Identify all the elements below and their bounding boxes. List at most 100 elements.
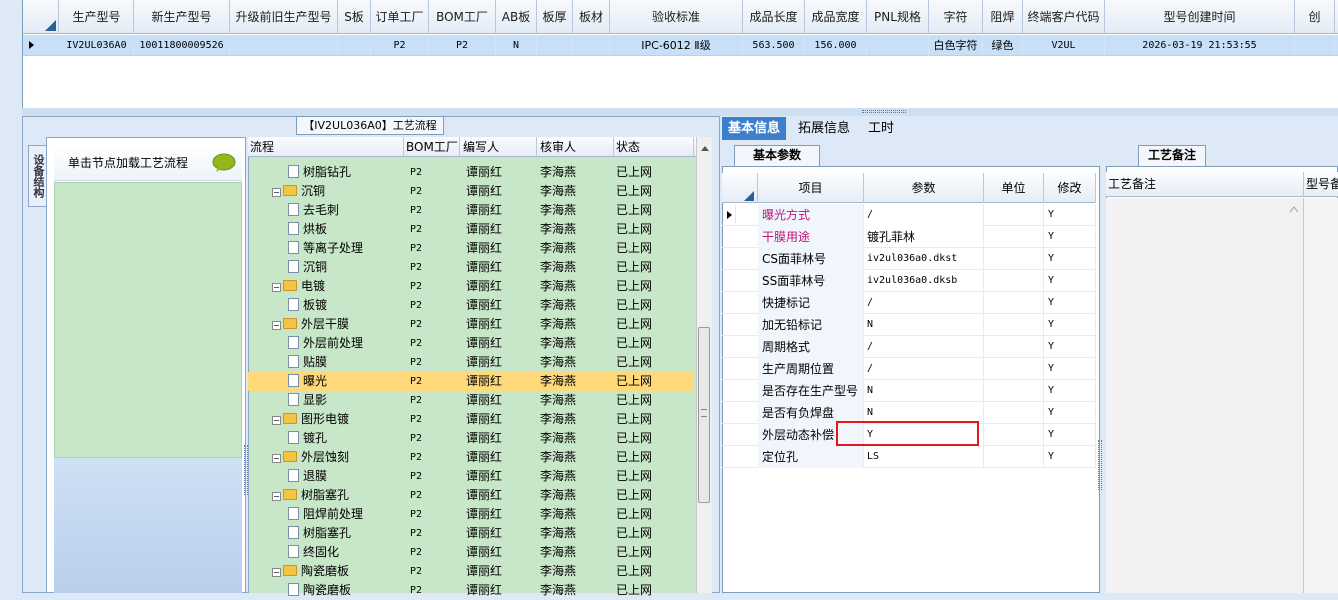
tree-cell-reviewer[interactable]: 李海燕 <box>540 372 576 391</box>
tree-cell-status[interactable]: 已上网 <box>616 334 652 353</box>
top-col-header[interactable]: 升级前旧生产型号 <box>230 0 338 34</box>
tree-row[interactable]: 曝光 P2 谭丽红 李海燕 已上网 <box>248 372 694 391</box>
top-cell[interactable] <box>537 35 573 56</box>
param-cell-unit[interactable] <box>984 226 1044 248</box>
tree-node[interactable]: 板镀 <box>288 296 327 315</box>
tree-cell-reviewer[interactable]: 李海燕 <box>540 467 576 486</box>
tree-cell-status[interactable]: 已上网 <box>616 182 652 201</box>
param-cell-value[interactable]: / <box>864 292 984 314</box>
tree-node[interactable]: 曝光 <box>288 372 327 391</box>
tree-cell-bom[interactable]: P2 <box>410 201 422 220</box>
tree-node[interactable]: − 图形电镀 <box>272 410 349 429</box>
tree-cell-author[interactable]: 谭丽红 <box>466 182 502 201</box>
params-row[interactable]: 是否存在生产型号 N Y <box>722 380 1096 402</box>
tree-cell-author[interactable]: 谭丽红 <box>466 239 502 258</box>
tree-node[interactable]: 烘板 <box>288 220 327 239</box>
param-cell-value[interactable]: / <box>864 358 984 380</box>
top-cell[interactable]: 563.500 <box>743 35 805 56</box>
tree-cell-status[interactable]: 已上网 <box>616 220 652 239</box>
top-col-header[interactable]: AB板 <box>496 0 537 34</box>
param-cell-flag[interactable]: Y <box>1044 380 1096 402</box>
tree-cell-bom[interactable]: P2 <box>410 524 422 543</box>
tree-cell-reviewer[interactable]: 李海燕 <box>540 182 576 201</box>
top-col-header[interactable]: 型号创建时间 <box>1105 0 1295 34</box>
tree-node[interactable]: 贴膜 <box>288 353 327 372</box>
collapse-icon[interactable]: − <box>272 283 281 292</box>
notes-scroll-up-icon[interactable] <box>1289 202 1299 216</box>
param-cell-name[interactable]: 干膜用途 <box>758 226 864 248</box>
tree-cell-author[interactable]: 谭丽红 <box>466 429 502 448</box>
tab-basic-params[interactable]: 基本参数 <box>734 145 820 166</box>
tree-col-header[interactable]: 状态 <box>614 137 694 157</box>
params-col-header[interactable]: 项目 <box>758 173 864 203</box>
tree-cell-author[interactable]: 谭丽红 <box>466 372 502 391</box>
top-grid-row[interactable]: IV2UL036A0 10011800009526 P2 P2 N IPC-6012 Ⅱ级… <box>23 35 1338 56</box>
tree-node[interactable]: 镀孔 <box>288 429 327 448</box>
tree-cell-bom[interactable]: P2 <box>410 277 422 296</box>
tree-row[interactable]: 外层前处理 P2 谭丽红 李海燕 已上网 <box>248 334 694 353</box>
top-col-header[interactable]: 订单工厂 <box>371 0 429 34</box>
tree-cell-status[interactable]: 已上网 <box>616 315 652 334</box>
tree-cell-author[interactable]: 谭丽红 <box>466 353 502 372</box>
tree-cell-reviewer[interactable]: 李海燕 <box>540 296 576 315</box>
top-cell[interactable]: 156.000 <box>805 35 867 56</box>
param-cell-flag[interactable]: Y <box>1044 270 1096 292</box>
tree-row[interactable]: − 外层蚀刻 P2 谭丽红 李海燕 已上网 <box>248 448 694 467</box>
tree-cell-reviewer[interactable]: 李海燕 <box>540 581 576 600</box>
tree-cell-author[interactable]: 谭丽红 <box>466 410 502 429</box>
tree-cell-status[interactable]: 已上网 <box>616 410 652 429</box>
tree-cell-reviewer[interactable]: 李海燕 <box>540 353 576 372</box>
params-row[interactable]: 曝光方式 / Y <box>722 204 1096 226</box>
tree-cell-status[interactable]: 已上网 <box>616 258 652 277</box>
tree-row[interactable]: − 树脂塞孔 P2 谭丽红 李海燕 已上网 <box>248 486 694 505</box>
tree-row[interactable]: − 外层干膜 P2 谭丽红 李海燕 已上网 <box>248 315 694 334</box>
tree-cell-bom[interactable]: P2 <box>410 296 422 315</box>
tree-cell-reviewer[interactable]: 李海燕 <box>540 258 576 277</box>
tree-cell-bom[interactable]: P2 <box>410 315 422 334</box>
param-cell-flag[interactable]: Y <box>1044 314 1096 336</box>
tree-cell-reviewer[interactable]: 李海燕 <box>540 220 576 239</box>
notes-model-area[interactable] <box>1304 198 1338 593</box>
param-cell-unit[interactable] <box>984 336 1044 358</box>
top-cell[interactable] <box>573 35 610 56</box>
param-cell-flag[interactable]: Y <box>1044 292 1096 314</box>
tree-cell-status[interactable]: 已上网 <box>616 429 652 448</box>
tree-node[interactable]: 等离子处理 <box>288 239 363 258</box>
param-cell-name[interactable]: CS面菲林号 <box>758 248 864 270</box>
tree-row[interactable]: 显影 P2 谭丽红 李海燕 已上网 <box>248 391 694 410</box>
top-col-header[interactable]: 成品长度 <box>743 0 805 34</box>
params-row[interactable]: SS面菲林号 iv2ul036a0.dksb Y <box>722 270 1096 292</box>
tree-cell-bom[interactable]: P2 <box>410 258 422 277</box>
tree-row[interactable]: 终固化 P2 谭丽红 李海燕 已上网 <box>248 543 694 562</box>
tree-cell-bom[interactable]: P2 <box>410 467 422 486</box>
tree-cell-author[interactable]: 谭丽红 <box>466 315 502 334</box>
tree-cell-status[interactable]: 已上网 <box>616 201 652 220</box>
top-col-header[interactable]: 创 <box>1295 0 1335 34</box>
tree-cell-bom[interactable]: P2 <box>410 429 422 448</box>
right-splitter-grip[interactable] <box>1098 440 1102 490</box>
tree-cell-author[interactable]: 谭丽红 <box>466 334 502 353</box>
param-cell-unit[interactable] <box>984 314 1044 336</box>
param-cell-flag[interactable]: Y <box>1044 424 1096 446</box>
tree-cell-author[interactable]: 谭丽红 <box>466 467 502 486</box>
param-cell-value[interactable]: LS <box>864 446 984 468</box>
tree-row[interactable]: − 沉铜 P2 谭丽红 李海燕 已上网 <box>248 182 694 201</box>
scroll-up-icon[interactable] <box>700 141 710 155</box>
tree-cell-status[interactable]: 已上网 <box>616 543 652 562</box>
tree-node[interactable]: 退膜 <box>288 467 327 486</box>
param-cell-name[interactable]: 加无铅标记 <box>758 314 864 336</box>
tree-cell-bom[interactable]: P2 <box>410 410 422 429</box>
tree-node[interactable]: 显影 <box>288 391 327 410</box>
top-cell[interactable] <box>230 35 338 56</box>
tree-node[interactable]: 陶瓷磨板 <box>288 581 351 600</box>
tree-node[interactable]: 树脂塞孔 <box>288 524 351 543</box>
tree-cell-bom[interactable]: P2 <box>410 220 422 239</box>
tab-extended-info[interactable]: 拓展信息 <box>792 117 856 140</box>
tree-cell-reviewer[interactable]: 李海燕 <box>540 448 576 467</box>
param-cell-flag[interactable]: Y <box>1044 204 1096 226</box>
tab-basic-info[interactable]: 基本信息 <box>722 117 787 140</box>
tree-cell-reviewer[interactable]: 李海燕 <box>540 543 576 562</box>
top-col-header[interactable]: 新生产型号 <box>134 0 230 34</box>
tree-cell-status[interactable]: 已上网 <box>616 524 652 543</box>
tree-cell-author[interactable]: 谭丽红 <box>466 581 502 600</box>
